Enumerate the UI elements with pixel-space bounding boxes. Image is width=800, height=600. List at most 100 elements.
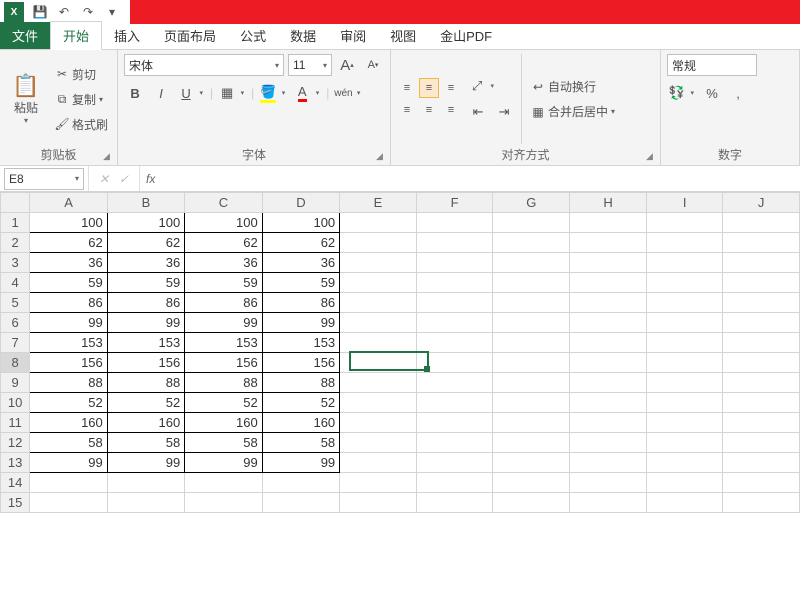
cell-B14[interactable] — [107, 473, 184, 493]
cell-J10[interactable] — [723, 393, 800, 413]
tab-home[interactable]: 开始 — [50, 21, 102, 50]
cell-F11[interactable] — [416, 413, 493, 433]
cell-F6[interactable] — [416, 313, 493, 333]
accounting-format-button[interactable]: 💱 — [667, 82, 697, 104]
font-name-select[interactable]: 宋体▾ — [124, 54, 284, 76]
cell-F15[interactable] — [416, 493, 493, 513]
fx-icon[interactable]: fx — [140, 172, 161, 186]
col-header-I[interactable]: I — [646, 193, 722, 213]
align-bottom[interactable]: ≡ — [441, 78, 461, 98]
number-format-select[interactable]: 常规 — [667, 54, 757, 76]
cell-B12[interactable]: 58 — [107, 433, 184, 453]
cell-A15[interactable] — [30, 493, 107, 513]
font-color-button[interactable]: A — [292, 82, 322, 104]
cell-H8[interactable] — [570, 353, 647, 373]
cell-A8[interactable]: 156 — [30, 353, 107, 373]
cell-E2[interactable] — [340, 233, 417, 253]
cell-B6[interactable]: 99 — [107, 313, 184, 333]
cell-I3[interactable] — [646, 253, 722, 273]
cell-B1[interactable]: 100 — [107, 213, 184, 233]
cell-I5[interactable] — [646, 293, 722, 313]
borders-button[interactable]: ▦ — [217, 82, 247, 104]
cell-H10[interactable] — [570, 393, 647, 413]
cell-G13[interactable] — [493, 453, 570, 473]
cell-J12[interactable] — [723, 433, 800, 453]
cell-I4[interactable] — [646, 273, 722, 293]
cell-D1[interactable]: 100 — [262, 213, 339, 233]
cell-A9[interactable]: 88 — [30, 373, 107, 393]
cell-D3[interactable]: 36 — [262, 253, 339, 273]
row-header-11[interactable]: 11 — [1, 413, 30, 433]
cell-I14[interactable] — [646, 473, 722, 493]
cell-D10[interactable]: 52 — [262, 393, 339, 413]
cell-J4[interactable] — [723, 273, 800, 293]
cell-G8[interactable] — [493, 353, 570, 373]
cell-I10[interactable] — [646, 393, 722, 413]
cell-H12[interactable] — [570, 433, 647, 453]
formula-cancel[interactable]: ✕ — [95, 172, 113, 186]
cell-C6[interactable]: 99 — [185, 313, 262, 333]
cell-F13[interactable] — [416, 453, 493, 473]
cell-A4[interactable]: 59 — [30, 273, 107, 293]
cell-B4[interactable]: 59 — [107, 273, 184, 293]
cell-A14[interactable] — [30, 473, 107, 493]
cell-E1[interactable] — [340, 213, 417, 233]
cell-I13[interactable] — [646, 453, 722, 473]
cell-J14[interactable] — [723, 473, 800, 493]
wrap-text-button[interactable]: ↩自动换行 — [528, 76, 618, 97]
cell-C4[interactable]: 59 — [185, 273, 262, 293]
cell-D11[interactable]: 160 — [262, 413, 339, 433]
cell-E7[interactable] — [340, 333, 417, 353]
name-box[interactable]: E8▾ — [4, 168, 84, 190]
cell-F2[interactable] — [416, 233, 493, 253]
percent-button[interactable]: % — [701, 82, 723, 104]
cell-J7[interactable] — [723, 333, 800, 353]
cell-E10[interactable] — [340, 393, 417, 413]
cell-H11[interactable] — [570, 413, 647, 433]
cell-C14[interactable] — [185, 473, 262, 493]
cell-I6[interactable] — [646, 313, 722, 333]
cell-A13[interactable]: 99 — [30, 453, 107, 473]
cell-G5[interactable] — [493, 293, 570, 313]
cell-E11[interactable] — [340, 413, 417, 433]
cell-E3[interactable] — [340, 253, 417, 273]
cell-F7[interactable] — [416, 333, 493, 353]
cell-C2[interactable]: 62 — [185, 233, 262, 253]
orientation-button[interactable]: ⤢ — [467, 75, 497, 97]
cell-I1[interactable] — [646, 213, 722, 233]
cell-A2[interactable]: 62 — [30, 233, 107, 253]
cell-C12[interactable]: 58 — [185, 433, 262, 453]
underline-button[interactable]: U — [176, 82, 206, 104]
cell-C11[interactable]: 160 — [185, 413, 262, 433]
col-header-H[interactable]: H — [570, 193, 647, 213]
row-header-7[interactable]: 7 — [1, 333, 30, 353]
font-size-select[interactable]: 11▾ — [288, 54, 332, 76]
cell-J11[interactable] — [723, 413, 800, 433]
cell-D2[interactable]: 62 — [262, 233, 339, 253]
cell-D6[interactable]: 99 — [262, 313, 339, 333]
cell-F3[interactable] — [416, 253, 493, 273]
comma-button[interactable]: , — [727, 82, 749, 104]
cell-G2[interactable] — [493, 233, 570, 253]
cell-J9[interactable] — [723, 373, 800, 393]
cell-I12[interactable] — [646, 433, 722, 453]
qat-redo[interactable]: ↷ — [80, 4, 96, 20]
qat-undo[interactable]: ↶ — [56, 4, 72, 20]
cell-I15[interactable] — [646, 493, 722, 513]
cell-E8[interactable] — [340, 353, 417, 373]
align-middle[interactable]: ≡ — [419, 78, 439, 98]
cell-F8[interactable] — [416, 353, 493, 373]
cell-F9[interactable] — [416, 373, 493, 393]
cell-G14[interactable] — [493, 473, 570, 493]
cell-E6[interactable] — [340, 313, 417, 333]
cell-C13[interactable]: 99 — [185, 453, 262, 473]
increase-indent[interactable]: ⇥ — [493, 101, 515, 123]
qat-customize[interactable]: ▾ — [104, 4, 120, 20]
cell-J2[interactable] — [723, 233, 800, 253]
row-header-4[interactable]: 4 — [1, 273, 30, 293]
cell-F5[interactable] — [416, 293, 493, 313]
cell-I7[interactable] — [646, 333, 722, 353]
cell-D12[interactable]: 58 — [262, 433, 339, 453]
align-right[interactable]: ≡ — [441, 100, 461, 120]
alignment-dialog-launcher[interactable]: ◢ — [646, 151, 658, 163]
